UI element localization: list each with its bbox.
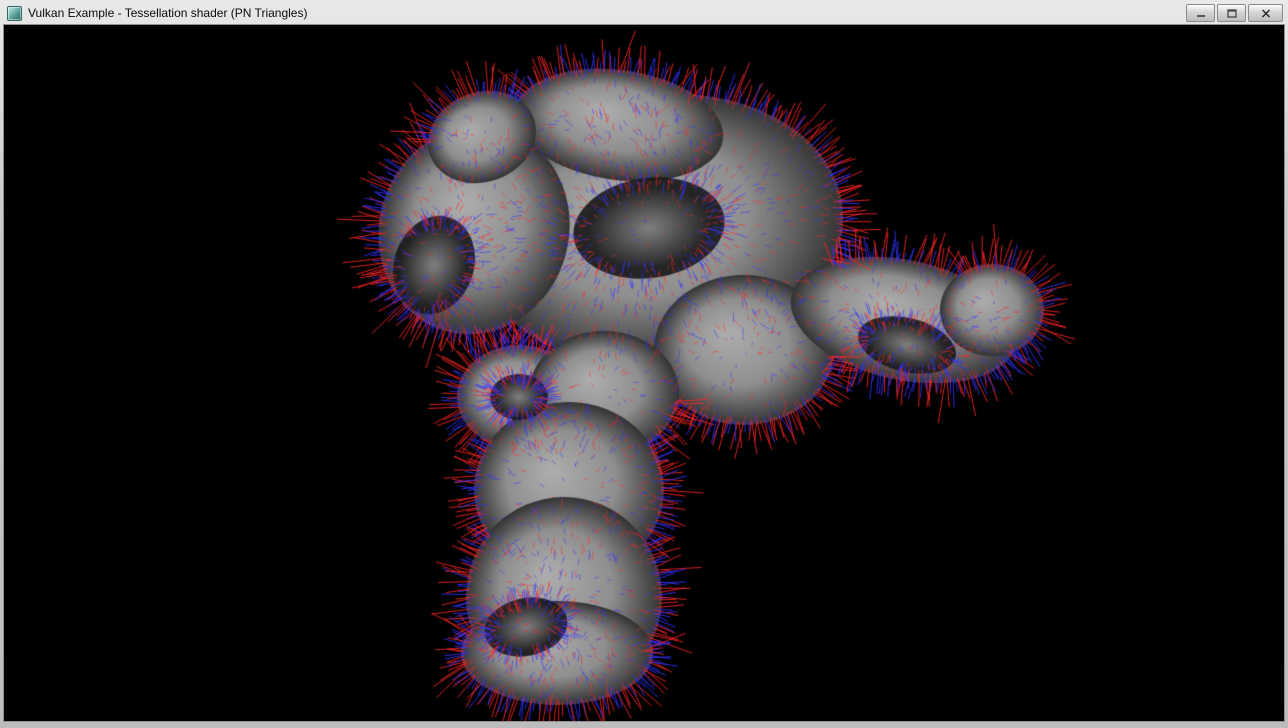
- minimize-icon: [1196, 9, 1206, 18]
- app-window: Vulkan Example - Tessellation shader (PN…: [0, 0, 1288, 728]
- app-icon: [7, 6, 22, 21]
- window-controls: [1186, 4, 1283, 22]
- render-area: [3, 24, 1285, 722]
- minimize-button[interactable]: [1186, 4, 1215, 22]
- window-title: Vulkan Example - Tessellation shader (PN…: [28, 6, 307, 20]
- viewport-canvas[interactable]: [4, 25, 1284, 721]
- close-button[interactable]: [1248, 4, 1283, 22]
- maximize-icon: [1227, 9, 1237, 18]
- title-bar[interactable]: Vulkan Example - Tessellation shader (PN…: [3, 2, 1285, 24]
- maximize-button[interactable]: [1217, 4, 1246, 22]
- close-icon: [1261, 9, 1271, 18]
